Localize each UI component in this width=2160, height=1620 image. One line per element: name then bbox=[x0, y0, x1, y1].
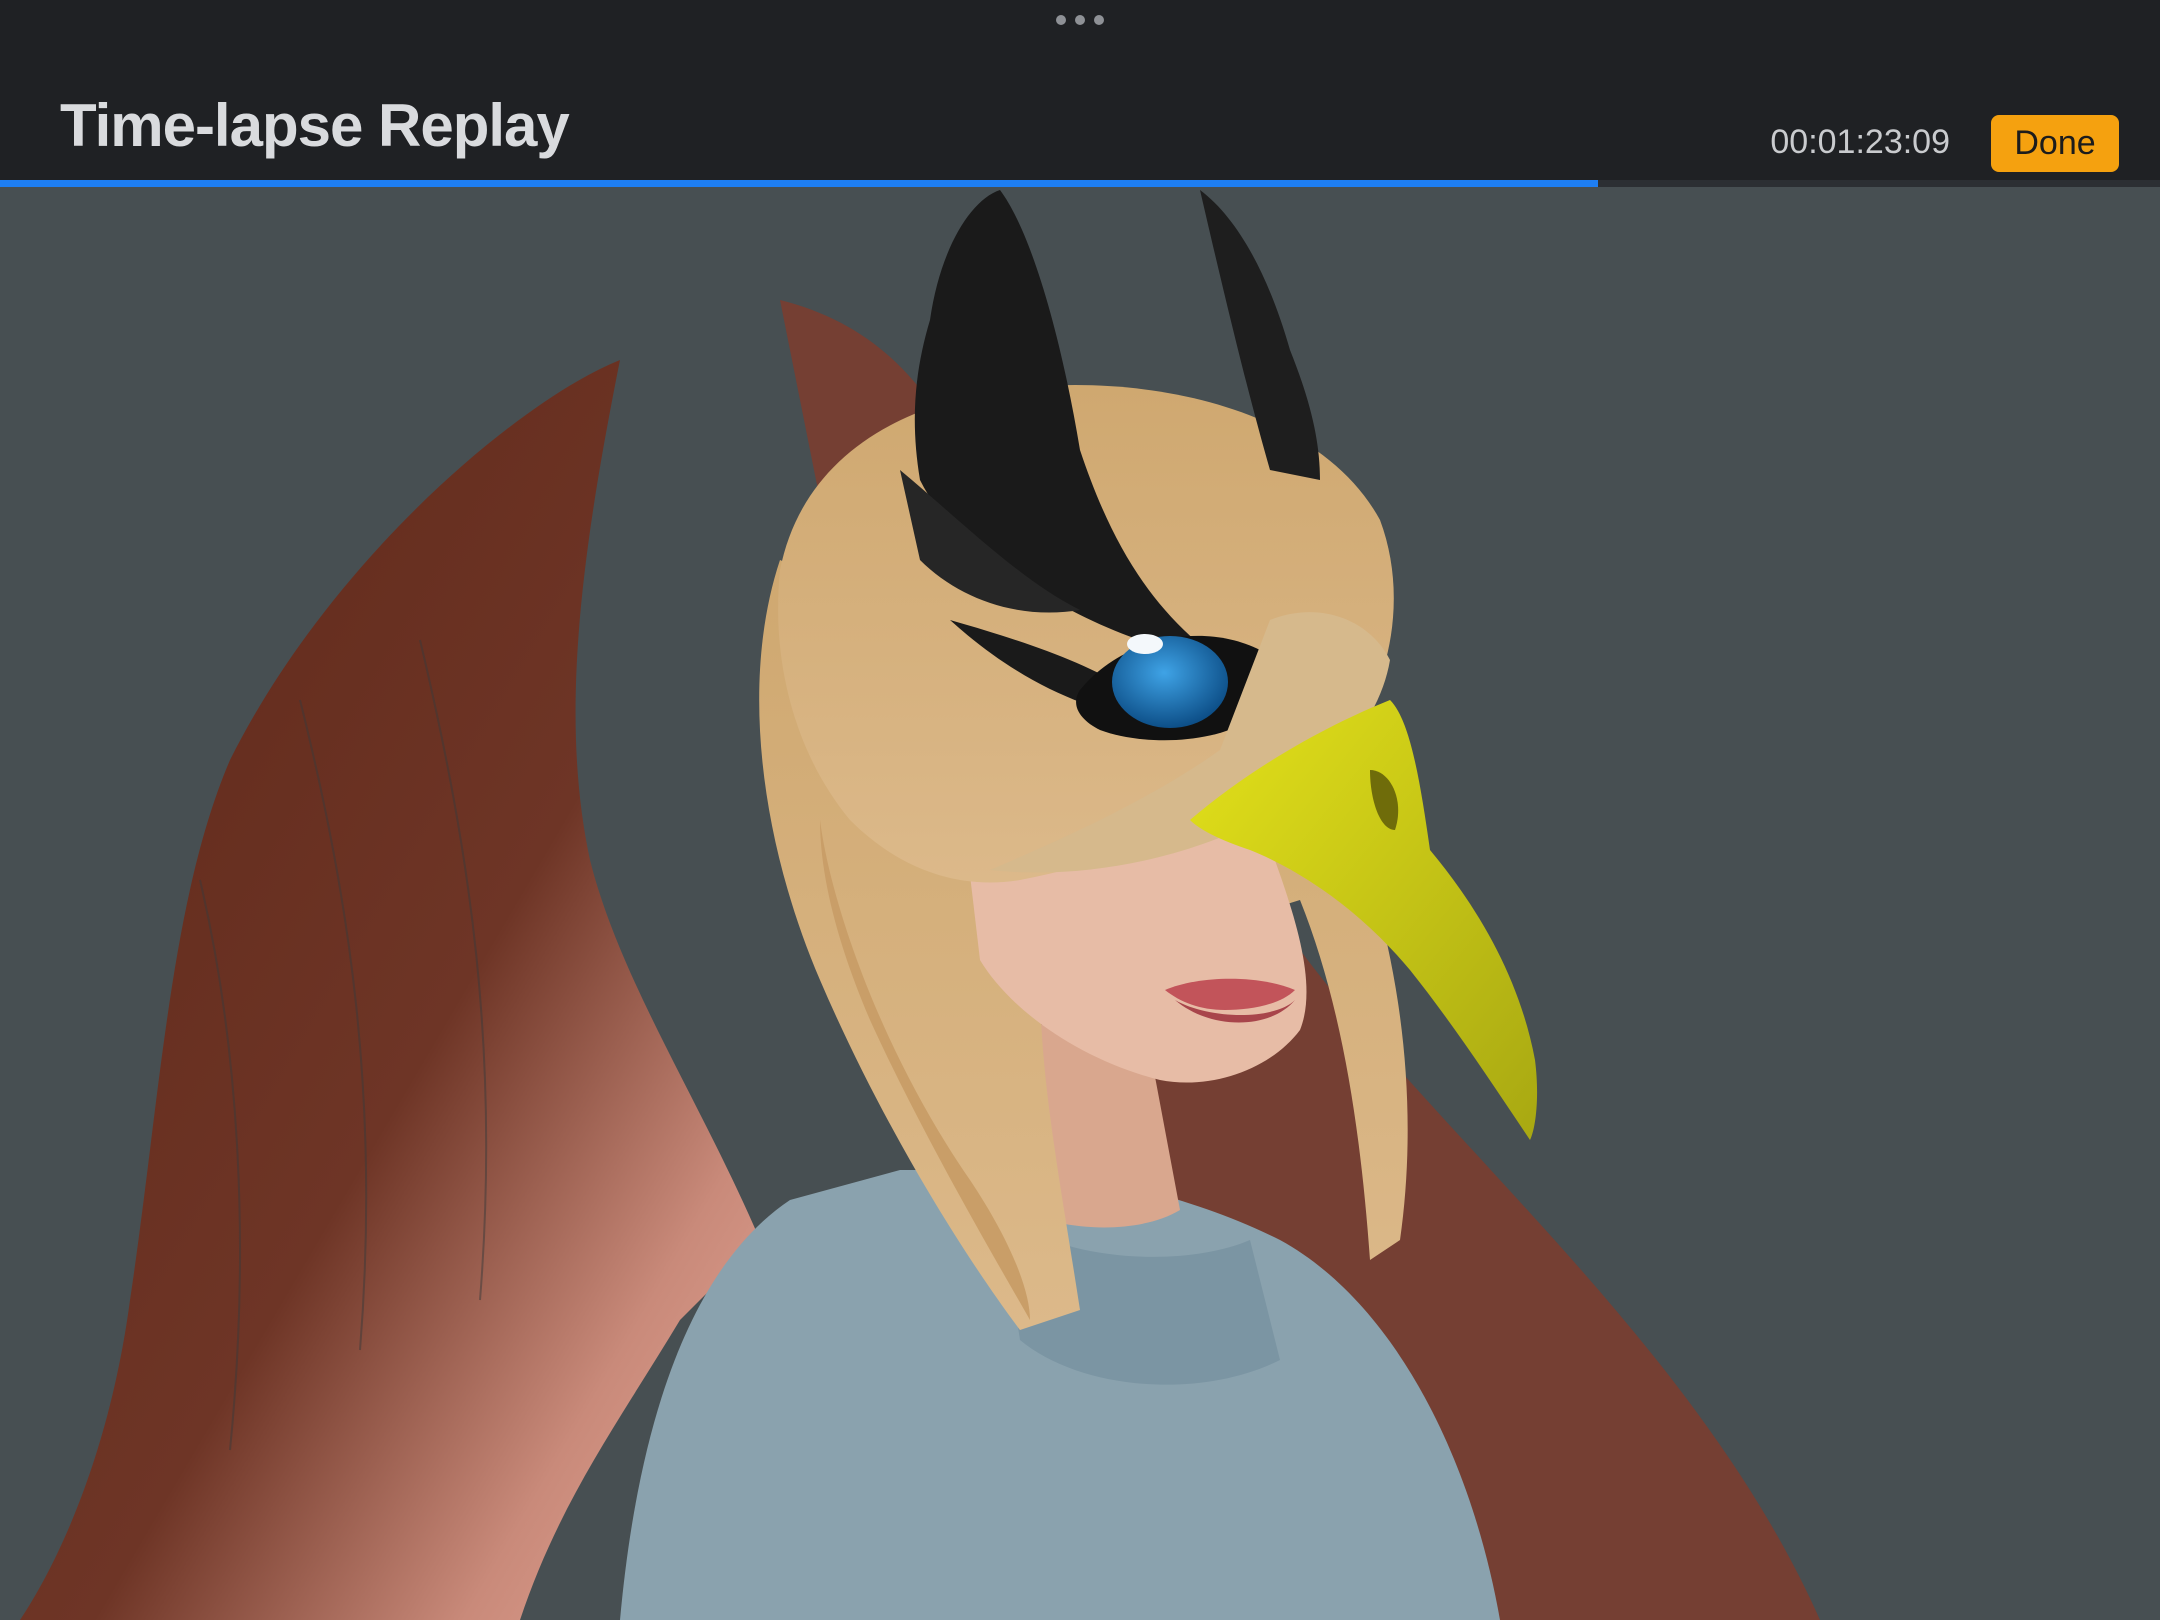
page-title: Time-lapse Replay bbox=[60, 92, 570, 159]
time-lapse-replay-screen: Time-lapse Replay 00:01:23:09 Done bbox=[0, 0, 2160, 1620]
dot bbox=[1094, 15, 1104, 25]
more-dots-icon[interactable] bbox=[1056, 12, 1104, 28]
dot bbox=[1075, 15, 1085, 25]
top-bar: Time-lapse Replay 00:01:23:09 Done bbox=[0, 0, 2160, 180]
timecode-readout: 00:01:23:09 bbox=[1770, 123, 1950, 161]
done-button[interactable]: Done bbox=[1991, 115, 2119, 172]
replay-progress-bar[interactable] bbox=[0, 180, 2160, 187]
dot bbox=[1056, 15, 1066, 25]
artwork-canvas[interactable] bbox=[0, 187, 2160, 1620]
artwork-illustration bbox=[20, 190, 1820, 1620]
replay-progress-fill bbox=[0, 180, 1599, 187]
